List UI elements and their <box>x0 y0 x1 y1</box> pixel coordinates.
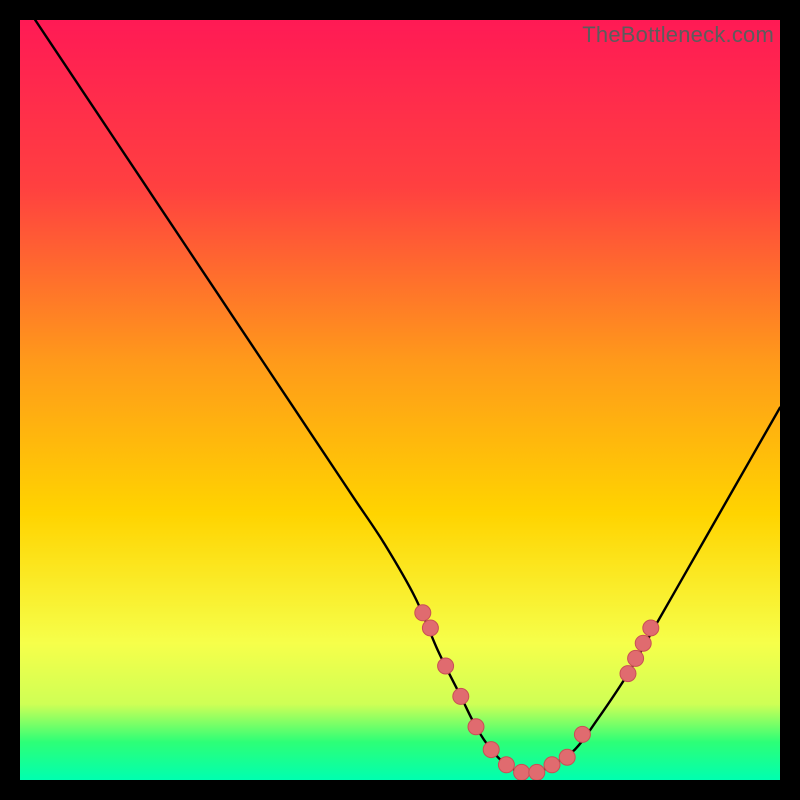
marker-dot <box>514 764 530 780</box>
marker-dot <box>422 620 438 636</box>
marker-dot <box>635 635 651 651</box>
marker-dot <box>415 605 431 621</box>
marker-dot <box>574 726 590 742</box>
marker-dot <box>643 620 659 636</box>
marker-dot <box>628 650 644 666</box>
marker-dot <box>438 658 454 674</box>
marker-dot <box>453 688 469 704</box>
watermark-text: TheBottleneck.com <box>582 22 774 48</box>
marker-dot <box>529 764 545 780</box>
marker-dot <box>620 666 636 682</box>
gradient-background <box>20 20 780 780</box>
bottleneck-chart <box>20 20 780 780</box>
chart-frame: TheBottleneck.com <box>20 20 780 780</box>
marker-dot <box>483 742 499 758</box>
marker-dot <box>544 757 560 773</box>
marker-dot <box>559 749 575 765</box>
marker-dot <box>468 719 484 735</box>
marker-dot <box>498 757 514 773</box>
